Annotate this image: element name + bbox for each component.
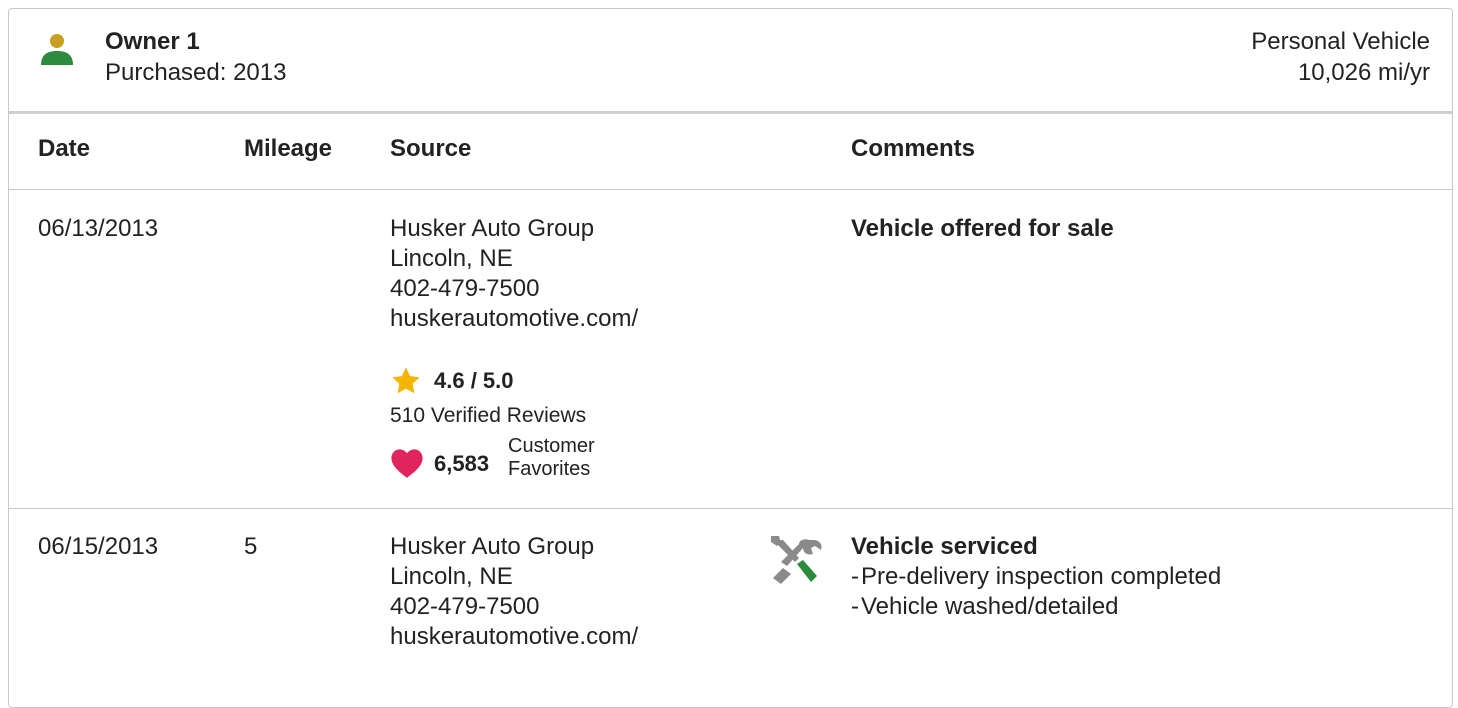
column-header-comments: Comments	[851, 135, 976, 162]
favorites-label-line-1: Customer	[508, 435, 595, 457]
owner-name: Owner 1	[105, 28, 200, 55]
record-date: 06/13/2013	[38, 215, 159, 242]
comment-title: Vehicle offered for sale	[851, 215, 1114, 242]
source-website: huskerautomotive.com/	[390, 305, 639, 332]
column-header-source: Source	[390, 135, 472, 162]
column-header-date: Date	[38, 135, 91, 162]
comment-detail: - Vehicle washed/detailed	[851, 593, 1119, 620]
usage-type: Personal Vehicle	[1251, 28, 1430, 55]
comment-title: Vehicle serviced	[851, 533, 1038, 560]
purchase-year: Purchased: 2013	[105, 59, 287, 86]
source-phone: 402-479-7500	[390, 593, 540, 620]
comment-detail: - Pre-delivery inspection completed	[851, 563, 1222, 590]
row-divider	[9, 189, 1452, 190]
record-source: Husker Auto Group Lincoln, NE 402-479-75…	[390, 214, 638, 334]
record-source: Husker Auto Group Lincoln, NE 402-479-75…	[390, 532, 638, 652]
favorites-count: 6,583	[434, 451, 490, 476]
verified-reviews: 510 Verified Reviews	[390, 404, 587, 427]
record-mileage: 5	[244, 533, 258, 560]
star-icon	[392, 367, 420, 394]
heart-icon	[391, 449, 423, 478]
owner-header: Owner 1 Purchased: 2013 Personal Vehicle…	[9, 9, 1452, 112]
source-location: Lincoln, NE	[390, 245, 513, 272]
source-name: Husker Auto Group	[390, 533, 595, 560]
source-website: huskerautomotive.com/	[390, 623, 639, 650]
tools-icon	[771, 536, 822, 584]
source-phone: 402-479-7500	[390, 275, 540, 302]
record-date: 06/15/2013	[38, 533, 159, 560]
comment-detail-text: Pre-delivery inspection completed	[861, 563, 1222, 590]
miles-per-year: 10,026 mi/yr	[1297, 59, 1430, 86]
person-icon	[41, 34, 73, 65]
favorites-label-line-2: Favorites	[508, 458, 591, 480]
favorites-label: Customer Favorites	[508, 435, 595, 481]
owner-history-card: Owner 1 Purchased: 2013 Personal Vehicle…	[8, 8, 1453, 708]
rating-value: 4.6 / 5.0	[434, 368, 514, 393]
source-location: Lincoln, NE	[390, 563, 513, 590]
row-divider	[9, 508, 1452, 509]
source-name: Husker Auto Group	[390, 215, 595, 242]
comment-detail-text: Vehicle washed/detailed	[861, 593, 1119, 620]
header-divider	[9, 111, 1452, 114]
column-header-mileage: Mileage	[244, 135, 333, 162]
service-comment: Vehicle serviced - Pre-delivery inspecti…	[851, 532, 1221, 622]
